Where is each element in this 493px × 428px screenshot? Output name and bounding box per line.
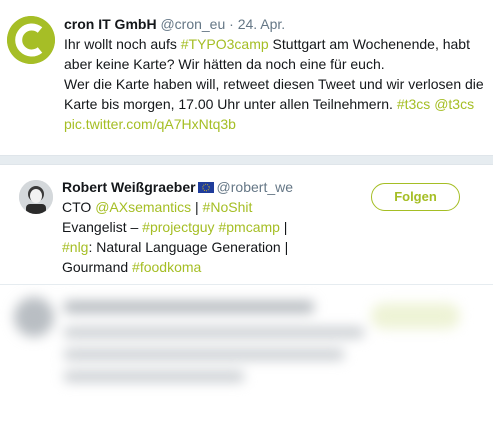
blurred-line <box>64 349 344 360</box>
author-name[interactable]: cron IT GmbH <box>64 16 157 32</box>
cron-logo-icon[interactable] <box>7 16 55 64</box>
bio-text: | <box>279 219 288 235</box>
blur-layer <box>0 285 493 428</box>
blurred-profile-card <box>0 285 493 428</box>
hashtag-foodkoma[interactable]: #foodkoma <box>132 259 201 275</box>
blurred-line <box>64 301 314 313</box>
bio-text: Evangelist – <box>62 219 143 235</box>
profile-bio: CTO @AXsemantics | #NoShit Evangelist – #… <box>62 197 362 277</box>
profile-header: Robert Weißgraeber @robert_we <box>62 177 362 197</box>
section-divider <box>0 155 493 165</box>
bio-text: CTO <box>62 199 96 215</box>
hashtag-typo3camp[interactable]: #TYPO3camp <box>181 36 269 52</box>
hashtag-pmcamp[interactable]: #pmcamp <box>218 219 279 235</box>
tweet-header: cron IT GmbH @cron_eu · 24. Apr. <box>64 14 489 34</box>
tweet-date[interactable]: 24. Apr. <box>238 16 285 32</box>
bio-text: : Natural Language Generation | <box>88 239 289 255</box>
profile-name[interactable]: Robert Weißgraeber <box>62 179 196 195</box>
blurred-avatar <box>14 297 54 337</box>
pic-link[interactable]: pic.twitter.com/qA7HxNtq3b <box>64 116 236 132</box>
eu-flag-icon <box>197 182 214 193</box>
header-separator: · <box>229 16 234 32</box>
tweet-body: cron IT GmbH @cron_eu · 24. Apr. Ihr wol… <box>64 14 489 134</box>
hashtag-t3cs[interactable]: #t3cs <box>397 96 430 112</box>
follow-button[interactable]: Folgen <box>371 183 460 211</box>
tweet-text-part: Ihr wollt noch aufs <box>64 36 181 52</box>
blurred-button <box>371 303 460 329</box>
author-handle[interactable]: @cron_eu <box>160 16 225 32</box>
mention-t3cs[interactable]: @t3cs <box>434 96 474 112</box>
profile-body: Robert Weißgraeber @robert_we CTO @AXsema… <box>62 177 362 277</box>
tweet[interactable]: cron IT GmbH @cron_eu · 24. Apr. Ihr wol… <box>0 0 493 155</box>
bio-text: | <box>191 199 203 215</box>
hashtag-projectguy[interactable]: #projectguy <box>142 219 214 235</box>
avatar[interactable] <box>19 180 53 214</box>
bio-text: Gourmand <box>62 259 133 275</box>
tweet-text: Ihr wollt noch aufs #TYPO3camp Stuttgart… <box>64 34 489 134</box>
hashtag-noshit[interactable]: #NoShit <box>203 199 253 215</box>
profile-handle[interactable]: @robert_we <box>217 179 293 195</box>
hashtag-nlg[interactable]: #nlg <box>62 239 88 255</box>
blurred-line <box>64 327 364 338</box>
mention-axsemantics[interactable]: @AXsemantics <box>95 199 191 215</box>
blurred-line <box>64 371 244 382</box>
